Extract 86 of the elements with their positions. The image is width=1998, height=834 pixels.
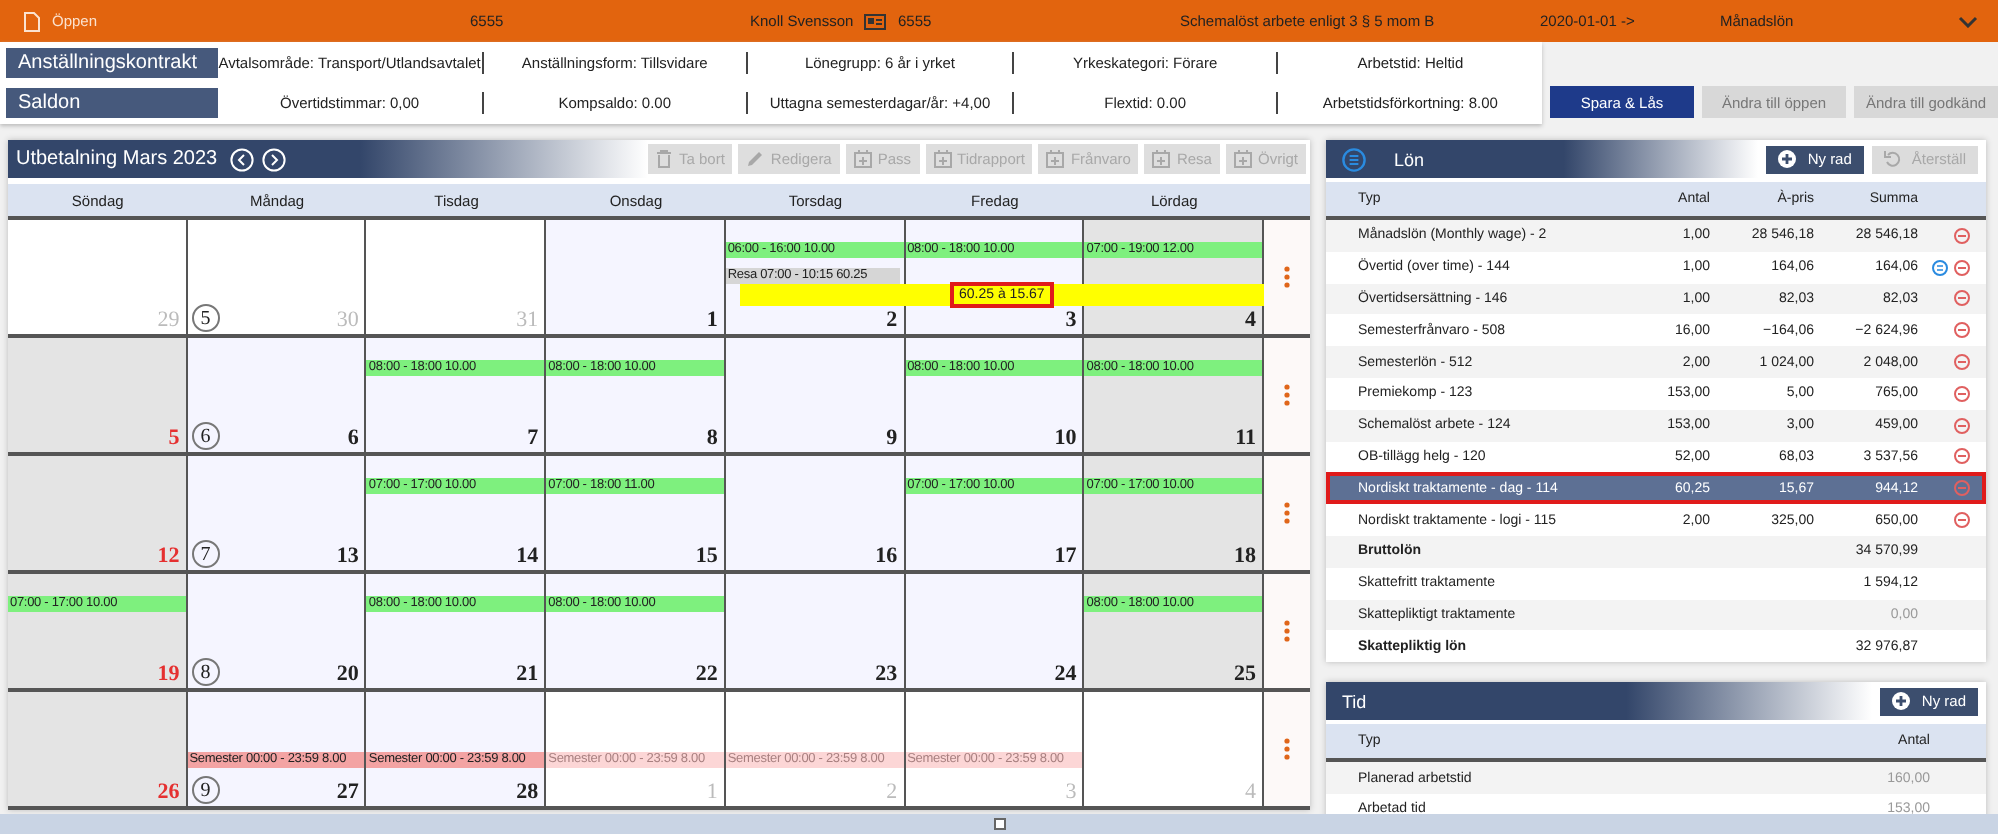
date-number: 20 <box>336 662 359 686</box>
remove-icon[interactable] <box>1954 417 1970 434</box>
panel-title: Lön <box>1394 149 1425 169</box>
calendar-plus-icon <box>1233 150 1252 168</box>
date-number: 17 <box>1054 544 1077 568</box>
date-number: 1 <box>706 780 718 804</box>
remove-icon[interactable] <box>1954 227 1970 244</box>
remove-icon[interactable] <box>1954 322 1970 339</box>
date-number: 14 <box>516 544 539 568</box>
date-number: 8 <box>706 426 718 450</box>
date-number: 16 <box>875 544 898 568</box>
chevron-down-icon[interactable] <box>1958 15 1978 27</box>
calendar-plus-icon <box>1046 150 1065 168</box>
date-number: 9 <box>886 426 898 450</box>
info-icon[interactable] <box>1932 259 1948 276</box>
week-number: 8 <box>191 658 220 686</box>
plus-icon <box>1891 692 1910 711</box>
date-number: 3 <box>1065 308 1077 332</box>
remove-icon[interactable] <box>1954 259 1970 276</box>
section-label: Saldon <box>6 87 218 117</box>
date-number: 23 <box>875 662 898 686</box>
week-number: 5 <box>191 304 220 332</box>
week-number: 7 <box>191 540 220 568</box>
date-number: 7 <box>527 426 539 450</box>
date-number: 1 <box>706 308 718 332</box>
more-icon[interactable] <box>1284 502 1290 524</box>
document-icon <box>24 11 40 31</box>
more-icon[interactable] <box>1284 384 1290 406</box>
calendar-title: Utbetalning Mars 2023 <box>16 148 218 170</box>
date-number: 2 <box>886 780 898 804</box>
trash-icon <box>656 150 673 168</box>
more-icon[interactable] <box>1284 266 1290 288</box>
date-number: 5 <box>168 426 180 450</box>
calendar-plus-icon <box>933 150 952 168</box>
calendar-plus-icon <box>853 150 872 168</box>
day-cell[interactable]: 23 <box>725 574 906 688</box>
date-number: 25 <box>1234 662 1256 686</box>
date-number: 29 <box>157 308 180 332</box>
section-label: Anställningskontrakt <box>6 47 218 77</box>
date-number: 12 <box>157 544 180 568</box>
week-number: 6 <box>191 422 220 450</box>
date-number: 15 <box>695 544 718 568</box>
date-number: 4 <box>1245 780 1256 804</box>
panel-title: Tid <box>1342 691 1367 712</box>
day-cell[interactable]: 6 6 <box>187 338 367 452</box>
calendar-plus-icon <box>1152 150 1171 168</box>
date-number: 10 <box>1054 426 1077 450</box>
id-card-icon <box>864 13 886 29</box>
date-number: 28 <box>516 780 539 804</box>
previous-icon[interactable] <box>229 147 254 171</box>
date-number: 27 <box>336 780 359 804</box>
date-number: 6 <box>347 426 359 450</box>
plus-icon <box>1777 150 1796 168</box>
date-number: 30 <box>336 308 359 332</box>
week-number: 9 <box>191 776 220 804</box>
day-cell[interactable]: 9 <box>725 338 906 452</box>
date-number: 24 <box>1054 662 1077 686</box>
menu-icon[interactable] <box>1342 147 1366 171</box>
date-number: 26 <box>157 780 180 804</box>
day-cell[interactable]: 8 20 <box>187 574 367 688</box>
date-number: 13 <box>336 544 359 568</box>
next-icon[interactable] <box>261 147 286 171</box>
remove-icon[interactable] <box>1954 385 1970 402</box>
remove-icon[interactable] <box>1954 290 1970 307</box>
remove-icon[interactable] <box>1954 354 1970 371</box>
date-number: 22 <box>695 662 718 686</box>
more-icon[interactable] <box>1284 620 1290 642</box>
date-number: 31 <box>516 308 539 332</box>
day-cell[interactable]: 5 30 <box>187 220 367 334</box>
date-number: 4 <box>1245 308 1256 332</box>
date-number: 21 <box>516 662 539 686</box>
date-number: 2 <box>886 308 898 332</box>
date-number: 18 <box>1234 544 1256 568</box>
remove-icon[interactable] <box>1954 448 1970 465</box>
day-cell[interactable]: 7 13 <box>187 456 367 570</box>
undo-icon <box>1883 150 1902 168</box>
pencil-icon <box>746 150 765 168</box>
day-cell[interactable]: 16 <box>725 456 906 570</box>
date-number: 19 <box>157 662 180 686</box>
day-cell[interactable]: 1 <box>546 220 726 334</box>
remove-icon[interactable] <box>1954 512 1970 529</box>
resize-handle-icon[interactable] <box>993 818 1005 830</box>
more-icon[interactable] <box>1284 738 1290 760</box>
date-number: 3 <box>1065 780 1077 804</box>
day-cell[interactable]: 24 <box>905 574 1085 688</box>
date-number: 11 <box>1235 426 1256 450</box>
